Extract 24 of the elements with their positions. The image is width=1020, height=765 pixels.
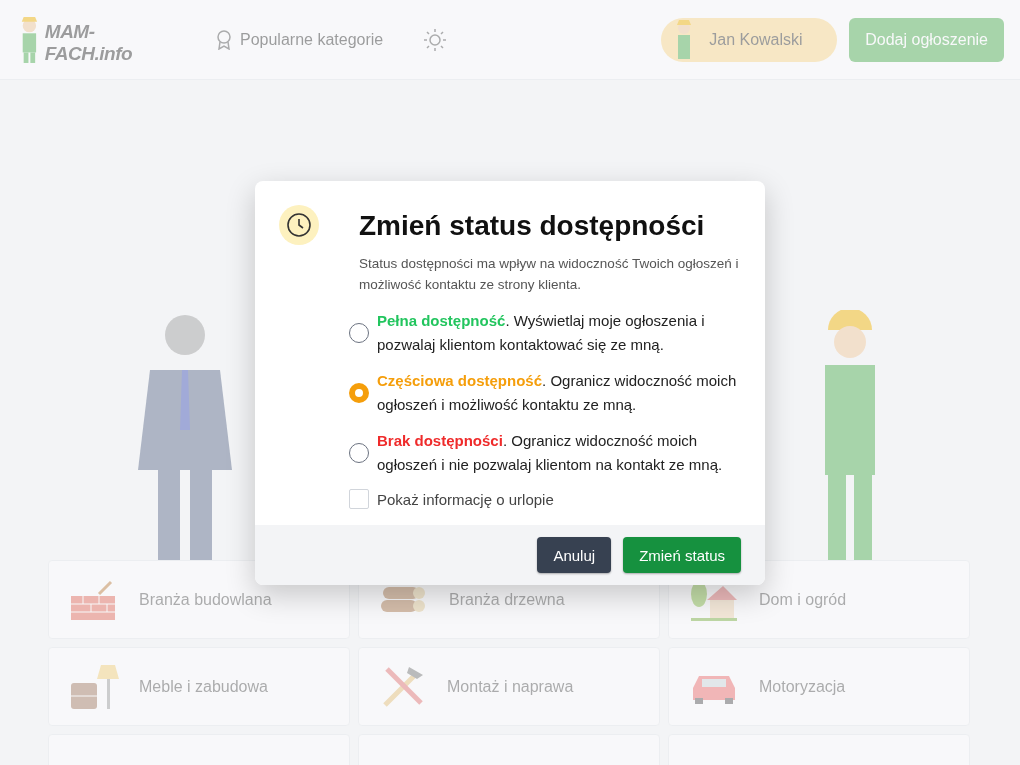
furniture-icon — [69, 662, 119, 711]
category-tile[interactable]: Motoryzacja — [668, 647, 970, 726]
add-listing-button[interactable]: Dodaj ogłoszenie — [849, 17, 1004, 62]
site-logo[interactable]: MAM-FACH.info — [44, 20, 176, 65]
radio-button[interactable] — [349, 443, 369, 463]
category-tile[interactable]: Meble i zabudowa — [48, 647, 350, 726]
option-text: Brak dostępności. Ogranicz widoczność moich ogłoszeń i nie pozwalaj klientom na kontakt ze mną. — [377, 431, 724, 475]
checkbox-label: Pokaż informację o urlopie — [377, 490, 554, 508]
option-text: Częściowa dostępność. Ogranicz widoczność moich ogłoszeń i możliwość kontaktu ze mną. — [377, 371, 738, 415]
radio-button[interactable] — [349, 383, 369, 403]
dialog-title: Zmień status dostępności — [359, 209, 706, 243]
sun-icon[interactable] — [423, 27, 448, 52]
award-icon — [216, 29, 232, 50]
clock-icon — [279, 205, 319, 245]
category-tile[interactable]: Dom i ogród — [668, 560, 970, 639]
confirm-button[interactable]: Zmień status — [623, 537, 741, 573]
option-text: Pełna dostępność. Wyświetlaj moje ogłoszenia i pozwalaj klientom kontaktować się ze mną. — [377, 311, 706, 355]
category-tile[interactable]: Montaż i naprawa — [358, 647, 660, 726]
dialog-description: Status dostępności ma wpływ na widoczność Twoich ogłoszeń i możliwość kontaktu ze strony klienta. — [359, 255, 740, 294]
popular-categories-link[interactable]: Popularne kategorie — [216, 29, 384, 50]
cancel-button[interactable]: Anuluj — [537, 537, 612, 573]
radio-button[interactable] — [349, 323, 369, 343]
user-menu-button[interactable]: Jan Kowalski — [661, 17, 838, 62]
checkbox[interactable] — [349, 489, 369, 509]
